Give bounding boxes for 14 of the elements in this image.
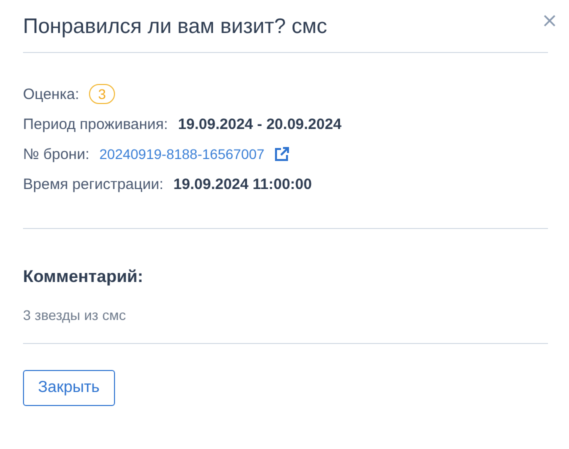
comment-heading: Комментарий: [23,267,144,287]
field-label: № брони: [23,146,90,162]
field-value: 19.09.2024 11:00:00 [173,176,312,192]
field-label: Время регистрации: [23,176,164,192]
rating-badge: 3 [89,84,115,104]
field-value: 19.09.2024 - 20.09.2024 [178,116,342,132]
comment-text: 3 звезды из смс [23,307,127,323]
dialog-title: Понравился ли вам визит? смс [23,15,328,39]
booking-link[interactable]: 20240919-8188-16567007 [99,146,264,162]
external-link-icon[interactable] [274,146,290,162]
close-dialog-button[interactable]: Закрыть [23,370,115,406]
field-label: Оценка: [23,86,80,102]
field-label: Период проживания: [23,116,168,132]
close-button[interactable]: × [541,12,558,28]
